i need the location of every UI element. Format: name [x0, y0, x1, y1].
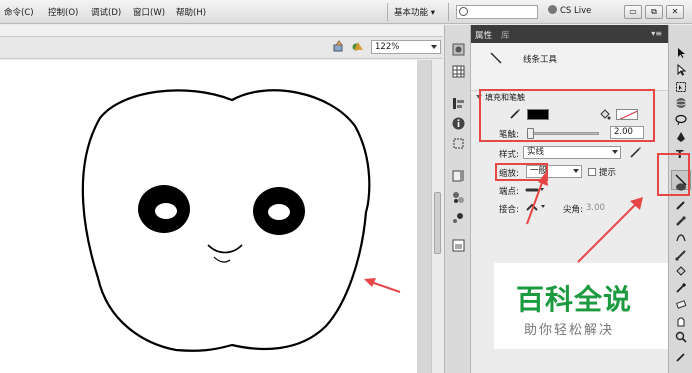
- annotation-arrow-tool: [577, 203, 637, 263]
- watermark-subtitle: 助你轻松解决: [524, 323, 615, 338]
- watermark: 百科全说 助你轻松解决: [494, 263, 668, 349]
- annotation-arrowhead-scale: [538, 172, 548, 186]
- annotation-arrow-scale: [526, 179, 544, 225]
- watermark-logo: 百科全说: [516, 283, 633, 316]
